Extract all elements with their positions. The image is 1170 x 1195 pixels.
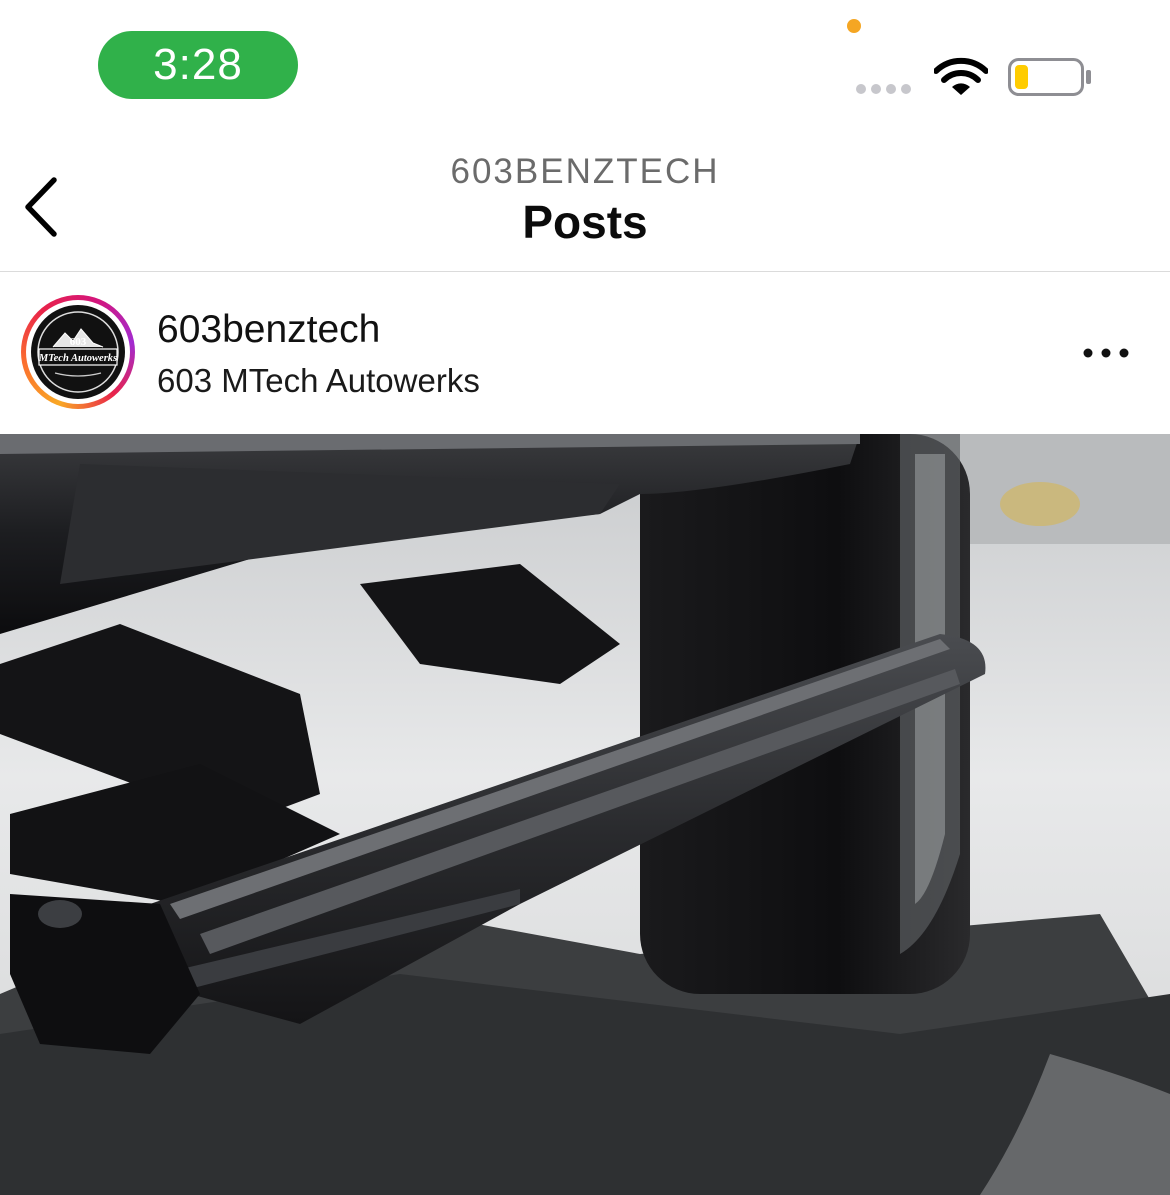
- post-username[interactable]: 603benztech: [157, 308, 380, 352]
- status-time: 3:28: [153, 40, 243, 89]
- running-board-photo: [0, 434, 1170, 1195]
- more-horizontal-icon: [1083, 348, 1129, 358]
- avatar[interactable]: 603 MTech Autowerks: [26, 300, 130, 404]
- svg-text:603: 603: [70, 336, 87, 348]
- svg-text:MTech Autowerks: MTech Autowerks: [38, 353, 117, 364]
- brand-logo: 603 MTech Autowerks: [31, 305, 125, 399]
- account-name-header: 603BENZTECH: [450, 152, 720, 191]
- avatar-story-ring[interactable]: 603 MTech Autowerks: [21, 295, 135, 409]
- post-subtitle[interactable]: 603 MTech Autowerks: [157, 362, 480, 400]
- status-time-pill[interactable]: 3:28: [98, 31, 298, 99]
- privacy-indicator-dot: [847, 19, 861, 33]
- more-options-button[interactable]: [1076, 333, 1136, 373]
- cellular-signal-icon: [856, 84, 911, 94]
- wifi-icon: [934, 57, 988, 95]
- header-divider: [0, 271, 1170, 272]
- battery-level-fill: [1015, 65, 1028, 89]
- post-photo[interactable]: [0, 434, 1170, 1195]
- battery-icon: [1008, 58, 1091, 96]
- page-title: Posts: [522, 196, 648, 248]
